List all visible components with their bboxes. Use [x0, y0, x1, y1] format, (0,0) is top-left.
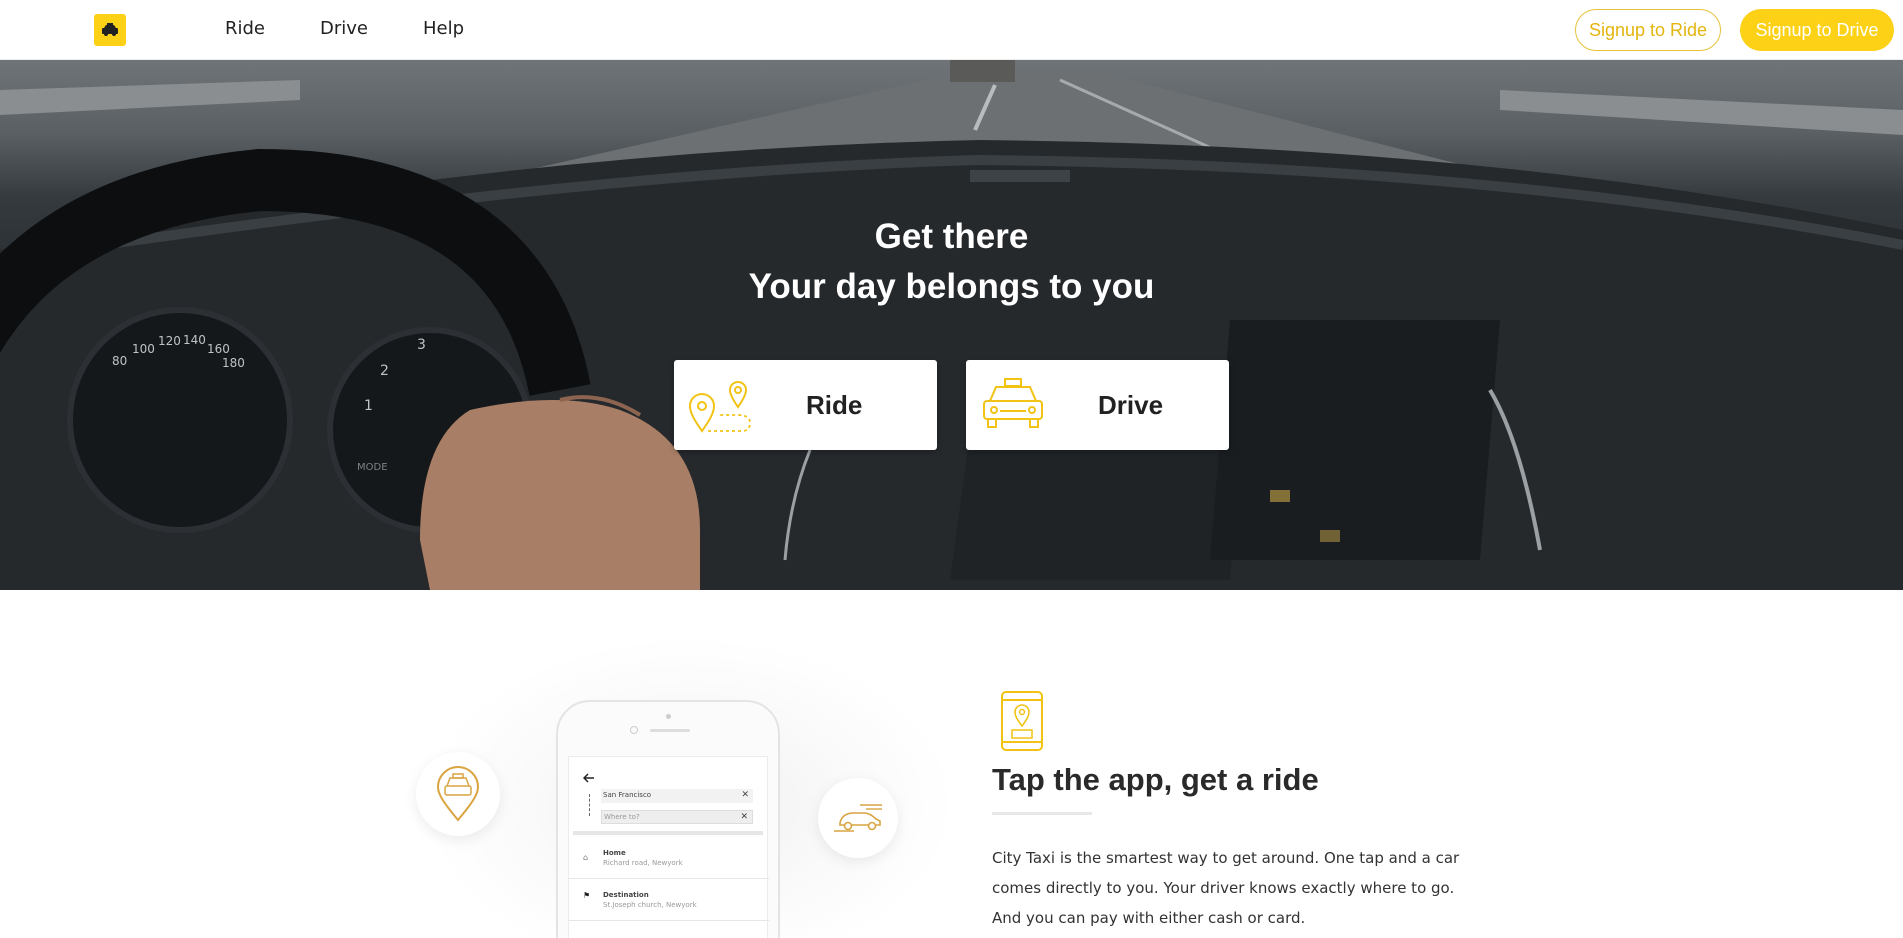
nav-link-help[interactable]: Help — [423, 18, 464, 39]
map-pins-route-icon — [688, 381, 751, 433]
route-connector — [589, 794, 590, 816]
suggestion-title: Destination — [603, 891, 649, 899]
gauge-label: 2 — [380, 363, 389, 379]
taxi-location-pin-icon — [436, 766, 480, 822]
feature-description: City Taxi is the smartest way to get aro… — [992, 849, 1460, 927]
gauge-label: 100 — [132, 342, 155, 356]
phone-speaker — [650, 729, 690, 732]
taxi-logo-icon[interactable] — [94, 14, 126, 46]
hero-title-line1: Get there — [874, 217, 1029, 256]
clear-from-icon[interactable]: ✕ — [741, 790, 749, 800]
phone-screen: San Francisco ✕ Where to? ✕ ⌂ Home Richa… — [568, 756, 769, 938]
clear-to-icon[interactable]: ✕ — [740, 812, 748, 822]
speeding-car-bubble — [818, 778, 898, 858]
from-field[interactable]: San Francisco ✕ — [601, 789, 753, 803]
suggestion-item-destination[interactable]: ⚑ Destination St.Joseph church, Newyork — [569, 883, 769, 921]
gauge-label: 120 — [158, 334, 181, 348]
from-field-value: San Francisco — [603, 791, 652, 799]
car-interior-background — [0, 60, 1903, 590]
back-arrow-icon[interactable] — [583, 773, 595, 783]
ride-card[interactable]: Ride — [674, 360, 937, 450]
to-field[interactable]: Where to? ✕ — [601, 810, 753, 824]
screen-divider — [573, 831, 763, 835]
hero-banner: 100 120 140 160 180 80 3 2 1 MODE Get th… — [0, 60, 1903, 590]
signup-ride-button[interactable]: Signup to Ride — [1575, 9, 1721, 51]
mode-label: MODE — [357, 462, 388, 473]
phone-front-camera — [630, 726, 638, 734]
gauge-label: 1 — [364, 398, 373, 414]
signup-drive-button[interactable]: Signup to Drive — [1740, 9, 1894, 51]
suggestion-item-home[interactable]: ⌂ Home Richard road, Newyork — [569, 841, 769, 879]
to-field-placeholder: Where to? — [604, 813, 640, 821]
drive-card[interactable]: Drive — [966, 360, 1229, 450]
feature-divider — [992, 812, 1092, 815]
suggestion-subtitle: St.Joseph church, Newyork — [603, 901, 697, 909]
nav-link-ride[interactable]: Ride — [225, 18, 265, 39]
taxi-pin-bubble — [416, 752, 500, 836]
top-navbar: Ride Drive Help Signup to Ride Signup to… — [0, 0, 1903, 60]
hero-title-line2: Your day belongs to you — [748, 267, 1155, 306]
nav-link-drive[interactable]: Drive — [320, 18, 368, 39]
suggestion-title: Home — [603, 849, 626, 857]
flag-icon: ⚑ — [583, 891, 591, 900]
suggestion-subtitle: Richard road, Newyork — [603, 859, 683, 867]
ride-card-label: Ride — [806, 389, 863, 420]
phone-taxi-icon — [1001, 691, 1043, 751]
home-icon: ⌂ — [583, 853, 589, 862]
speeding-car-icon — [834, 804, 882, 832]
gauge-label: 80 — [112, 354, 128, 368]
drive-card-label: Drive — [1098, 389, 1164, 420]
taxi-car-icon — [983, 378, 1043, 428]
feature-title: Tap the app, get a ride — [992, 762, 1319, 797]
gauge-label: 160 — [207, 342, 230, 356]
gauge-label: 3 — [417, 337, 426, 353]
phone-camera-dot — [666, 714, 671, 719]
gauge-label: 180 — [222, 356, 245, 370]
gauge-label: 140 — [183, 333, 206, 347]
